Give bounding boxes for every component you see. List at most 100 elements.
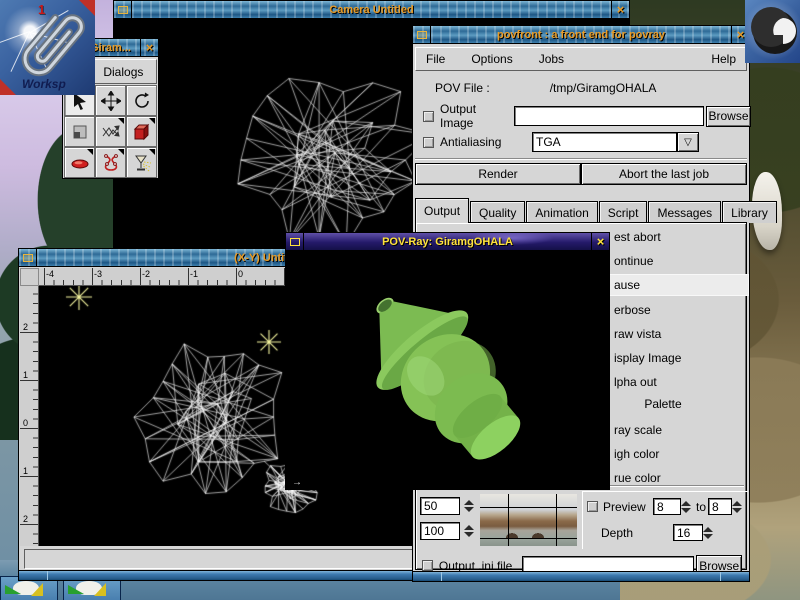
format-dropdown-button[interactable]: ▽ [677,132,699,152]
windowmaker-logo-icon [745,0,800,63]
to-label: to [696,500,706,514]
dock-app-icon[interactable] [745,0,800,63]
tab-output[interactable]: Output [415,198,469,223]
resize-grip [720,572,721,581]
povfront-resize-bar[interactable] [413,571,749,581]
render-height-spin[interactable] [464,522,477,540]
output-image-input[interactable] [514,106,704,126]
xy-mini-icon [23,254,33,262]
resize-grip [47,571,48,580]
flyout-flag [118,118,124,124]
camera-window-title: Camera Untitled [132,1,611,18]
preview-label: Preview [603,500,653,514]
povray-close-icon[interactable]: × [591,233,609,250]
crop-line-horizontal[interactable] [480,538,577,539]
pov-file-value: /tmp/GiramgOHALA [550,81,657,95]
disc-icon [70,153,90,173]
tool-light-button[interactable] [126,147,157,178]
tab-quality[interactable]: Quality [470,201,525,223]
resize-grip [441,572,442,581]
tool-rotate-button[interactable] [126,85,157,116]
v-ruler-label: 1 [23,466,28,476]
render-width-row [420,497,477,515]
h-ruler-label: 0 [238,269,243,279]
camera-window-menu-button[interactable] [114,1,132,18]
tool-box-button[interactable] [126,116,157,147]
povray-titlebar[interactable]: POV-Ray: GiramgOHALA × [286,233,609,251]
povray-window-menu-button[interactable] [286,233,304,250]
preview-from-input[interactable] [653,498,681,515]
tab-animation[interactable]: Animation [526,201,597,223]
render-height-input[interactable] [420,522,460,540]
menu-options[interactable]: Options [471,52,512,66]
toolbox-tool-grid [64,85,158,178]
output-image-browse-button[interactable]: Browse [706,106,751,127]
flyout-flag [87,149,93,155]
output-image-label: Output Image [440,102,508,130]
depth-input[interactable] [673,524,703,541]
depth-spin[interactable] [703,524,716,541]
antialiasing-checkbox[interactable] [423,137,434,148]
flyout-flag [149,118,155,124]
crop-line-horizontal[interactable] [480,507,577,508]
workspace-clip[interactable]: 1 Worksp [0,0,95,95]
preview-group: Preview to Depth [582,491,748,549]
rendered-green-object [287,252,610,490]
menu-jobs[interactable]: Jobs [539,52,564,66]
v-ruler-label: 1 [23,370,28,380]
rotate-icon [132,91,152,111]
povray-render-viewport[interactable]: → [287,252,610,490]
povfront-mini-icon [417,31,427,39]
render-button[interactable]: Render [415,163,581,185]
tool-disc-button[interactable] [64,147,95,178]
v-ruler-label: 0 [23,418,28,428]
povfront-menubar: File Options Jobs Help [415,47,747,71]
toolbox-menu-dialogs[interactable]: Dialogs [103,65,143,79]
desktop: { "desktop": { "clip": { "workspace_numb… [0,0,800,600]
green-sail-graphic [5,585,21,594]
output-image-checkbox[interactable] [423,111,434,122]
povray-window-title: POV-Ray: GiramgOHALA [304,233,591,250]
abort-button[interactable]: Abort the last job [581,163,747,185]
tool-mesh-button[interactable] [95,116,126,147]
menu-file[interactable]: File [426,52,445,66]
h-ruler-label: -2 [142,269,150,279]
tab-library[interactable]: Library [722,201,777,223]
workspace-label: Worksp [22,77,66,91]
render-width-input[interactable] [420,497,460,515]
flyout-flag [149,149,155,155]
menu-help[interactable]: Help [711,52,736,66]
preview-from-spin[interactable] [681,498,694,515]
v-ruler-label: 3 [23,286,28,287]
preview-checkbox[interactable] [587,501,598,512]
v-ruler-label: 2 [23,322,28,332]
green-sail-graphic [68,585,84,594]
clip-corner-arrow[interactable] [0,79,16,95]
yellow-sail-graphic [31,583,43,596]
povfront-titlebar[interactable]: povfront : a front end for povray × [413,26,749,44]
clip-corner-arrow[interactable] [79,0,95,16]
box-icon [132,122,152,142]
tool-scale-button[interactable] [64,116,95,147]
tab-script[interactable]: Script [599,201,648,223]
xy-window-menu-button[interactable] [19,249,37,266]
move-icon [101,91,121,111]
crop-preview-image[interactable] [480,494,577,546]
ini-checkbox[interactable] [422,560,433,571]
toolbox-close-icon[interactable]: × [140,39,158,56]
povfront-window-menu-button[interactable] [413,26,431,43]
flyout-flag [118,149,124,155]
render-width-spin[interactable] [464,497,477,515]
preview-to-spin[interactable] [732,498,745,515]
tool-move-button[interactable] [95,85,126,116]
camera-titlebar[interactable]: Camera Untitled × [114,1,629,19]
h-ruler-label: -4 [46,269,54,279]
format-combo-input[interactable] [532,132,677,152]
preview-to-input[interactable] [708,498,732,515]
pov-file-label: POV File : [435,81,490,95]
camera-close-icon[interactable]: × [611,1,629,18]
h-ruler-label: -1 [190,269,198,279]
tab-messages[interactable]: Messages [648,201,721,223]
tool-lathe-button[interactable] [95,147,126,178]
antialiasing-label: Antialiasing [440,135,532,149]
